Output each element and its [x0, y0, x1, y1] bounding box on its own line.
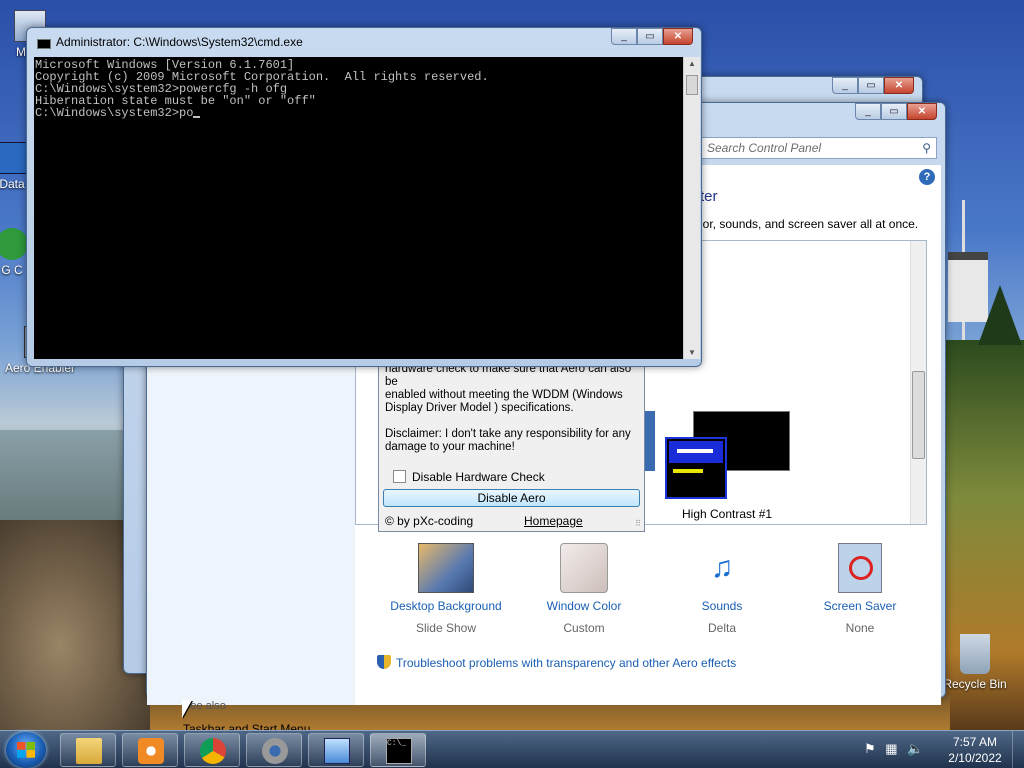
tile-subtitle: None	[845, 621, 875, 635]
shield-icon	[377, 655, 391, 669]
close-button[interactable]: ✕	[884, 77, 914, 94]
scroll-up-icon[interactable]: ▲	[688, 59, 696, 68]
show-desktop-button[interactable]	[1012, 731, 1024, 768]
volume-icon[interactable]: 🔈	[907, 741, 923, 756]
window-controls: _ ▭ ✕	[611, 28, 693, 45]
high-contrast-window-preview	[665, 437, 727, 499]
aero-desc-spacer	[385, 415, 637, 428]
maximize-button[interactable]: ▭	[881, 103, 907, 120]
copyright-text: © by pXc-coding	[385, 514, 474, 528]
disable-aero-button[interactable]: Disable Aero	[383, 489, 640, 507]
chrome-icon	[200, 738, 226, 764]
window-title: Administrator: C:\Windows\System32\cmd.e…	[56, 35, 303, 49]
window-controls: _ ▭ ✕	[855, 103, 937, 120]
taskbar-item-settings[interactable]	[246, 733, 302, 767]
data-icon	[0, 142, 28, 174]
taskbar-item-chrome[interactable]	[184, 733, 240, 767]
aero-enabler-window[interactable]: hardware check to make sure that Aero ca…	[378, 360, 645, 532]
taskbar: C:\_ ⚑ ▦ 🔈 7:57 AM 2/10/2022	[0, 730, 1024, 768]
tile-title[interactable]: Window Color	[519, 599, 649, 613]
tile-subtitle: Delta	[707, 621, 736, 635]
recycle-bin-icon	[960, 634, 990, 674]
search-placeholder: Search Control Panel	[707, 141, 822, 155]
system-tray: ⚑ ▦ 🔈	[864, 741, 923, 757]
console-scrollbar[interactable]: ▲ ▼	[683, 57, 700, 359]
tile-window-color[interactable]: Window Color Custom	[519, 543, 649, 635]
text-cursor	[193, 116, 201, 118]
tile-subtitle: Slide Show	[415, 621, 477, 635]
control-panel-icon	[324, 738, 350, 764]
desktop-background-icon	[418, 543, 474, 593]
tile-desktop-background[interactable]: Desktop Background Slide Show	[381, 543, 511, 635]
minimize-button[interactable]: _	[855, 103, 881, 120]
aero-desc-line: enabled without meeting the WDDM (Window…	[385, 389, 623, 401]
action-center-flag-icon[interactable]: ⚑	[864, 741, 876, 756]
scroll-down-icon[interactable]: ▼	[688, 348, 696, 357]
cmd-icon: C:\_	[386, 738, 412, 764]
desktop-icon-label: Recycle Bin	[943, 677, 1007, 691]
resize-grip-icon[interactable]: ⠿	[635, 519, 641, 528]
taskbar-item-control-panel[interactable]	[308, 733, 364, 767]
theme-label-high-contrast[interactable]: High Contrast #1	[682, 507, 772, 521]
search-input[interactable]: Search Control Panel ⚲	[701, 137, 937, 159]
maximize-button[interactable]: ▭	[637, 28, 663, 45]
disable-hardware-check-checkbox[interactable]: Disable Hardware Check	[393, 470, 545, 484]
clock-time: 7:57 AM	[952, 735, 998, 749]
taskbar-item-explorer[interactable]	[60, 733, 116, 767]
desktop-icon-label: Data	[0, 177, 25, 191]
taskbar-item-cmd[interactable]: C:\_	[370, 733, 426, 767]
troubleshoot-link-label[interactable]: Troubleshoot problems with transparency …	[396, 656, 736, 670]
desktop-icon-label: G C	[1, 263, 23, 277]
network-icon[interactable]: ▦	[885, 741, 897, 756]
tile-title[interactable]: Sounds	[657, 599, 787, 613]
search-icon[interactable]: ⚲	[922, 141, 931, 155]
page-subtitle: lor, sounds, and screen saver all at onc…	[700, 217, 919, 231]
console-line: C:\Windows\system32>po	[35, 106, 194, 120]
page-title: ter	[700, 188, 718, 205]
clock[interactable]: 7:57 AM 2/10/2022	[946, 734, 1004, 766]
cmd-icon	[37, 39, 51, 49]
console-output[interactable]: Microsoft Windows [Version 6.1.7601] Copy…	[34, 57, 683, 359]
tile-subtitle: Custom	[563, 621, 605, 635]
cmd-window[interactable]: Administrator: C:\Windows\System32\cmd.e…	[26, 27, 702, 367]
gear-icon	[262, 738, 288, 764]
tile-title[interactable]: Screen Saver	[795, 599, 925, 613]
close-button[interactable]: ✕	[907, 103, 937, 120]
aero-desc-line: Display Driver Model ) specifications.	[385, 402, 574, 414]
clock-date: 2/10/2022	[948, 751, 1002, 765]
checkbox-box[interactable]	[393, 470, 406, 483]
start-button[interactable]	[6, 732, 46, 768]
theme-list-scrollbar[interactable]	[910, 241, 926, 524]
help-icon[interactable]: ?	[919, 169, 935, 185]
tile-screen-saver[interactable]: Screen Saver None	[795, 543, 925, 635]
mouse-pointer-icon	[182, 700, 192, 718]
troubleshoot-aero-link[interactable]: Troubleshoot problems with transparency …	[377, 655, 736, 670]
minimize-button[interactable]: _	[611, 28, 637, 45]
scrollbar-thumb[interactable]	[686, 75, 698, 95]
homepage-link[interactable]: Homepage	[524, 514, 583, 528]
scrollbar-thumb[interactable]	[912, 371, 925, 459]
aero-description: hardware check to make sure that Aero ca…	[385, 363, 637, 454]
aero-desc-line: Disclaimer: I don't take any responsibil…	[385, 428, 631, 440]
media-player-icon	[138, 738, 164, 764]
aero-desc-line: damage to your machine!	[385, 441, 515, 453]
maximize-button[interactable]: ▭	[858, 77, 884, 94]
wallpaper-tree	[978, 285, 1022, 345]
window-color-icon	[560, 543, 608, 593]
close-button[interactable]: ✕	[663, 28, 693, 45]
window-controls: _ ▭ ✕	[832, 77, 914, 94]
windows-logo-icon	[17, 742, 35, 758]
sounds-icon: ♫	[710, 551, 734, 584]
console-prompt-line: C:\Windows\system32>po	[35, 107, 683, 119]
app-icon	[0, 228, 28, 260]
tile-title[interactable]: Desktop Background	[381, 599, 511, 613]
folder-icon	[76, 738, 102, 764]
taskbar-item-media-player[interactable]	[122, 733, 178, 767]
tile-sounds[interactable]: ♫ Sounds Delta	[657, 543, 787, 635]
checkbox-label: Disable Hardware Check	[412, 470, 545, 484]
desktop-icon-recycle-bin[interactable]: Recycle Bin	[935, 634, 1015, 691]
screen-saver-icon	[838, 543, 882, 593]
minimize-button[interactable]: _	[832, 77, 858, 94]
